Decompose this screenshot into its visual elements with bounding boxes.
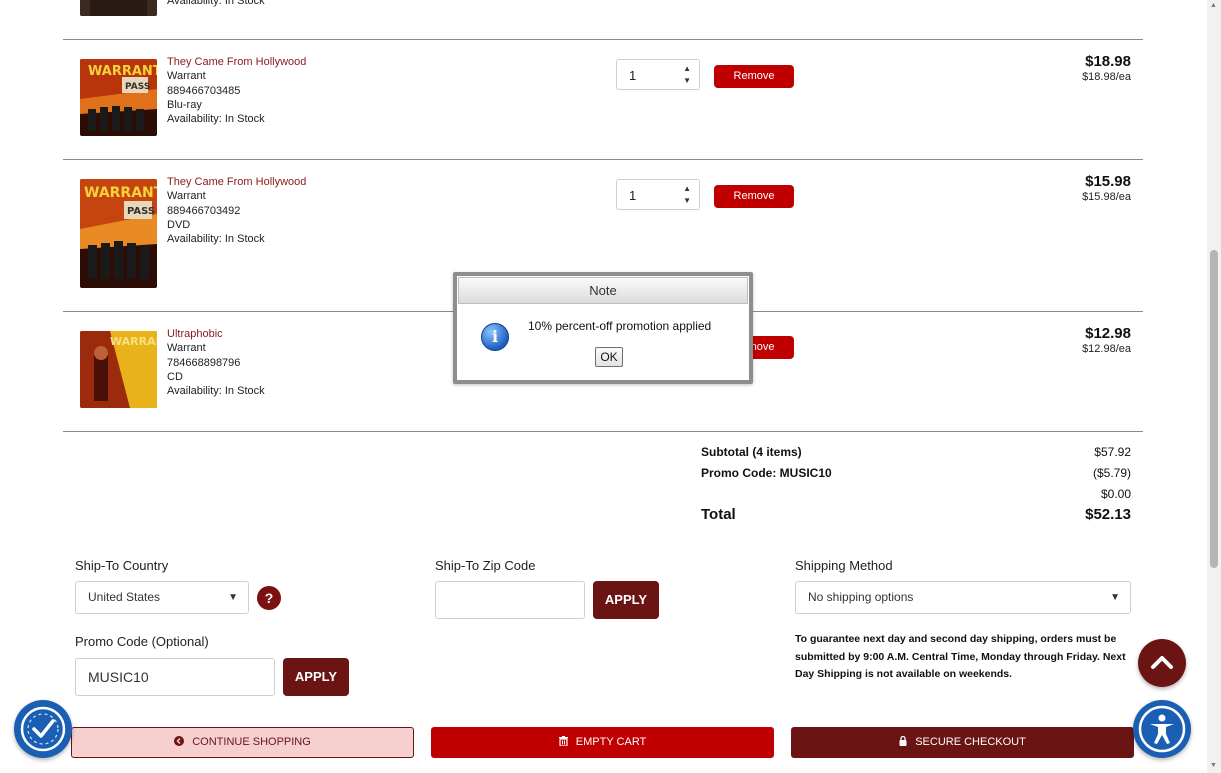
product-thumbnail[interactable]: WARRANT PASS [80, 59, 157, 136]
product-thumbnail[interactable]: WARRANT [80, 331, 157, 408]
cart-item: WARRANT PASS They Came From Hollywood Wa… [63, 53, 1143, 155]
zip-label: Ship-To Zip Code [435, 558, 536, 573]
chevron-left-circle-icon [174, 736, 187, 748]
item-format: Blu-ray [167, 98, 202, 111]
chevron-down-icon: ▼ [228, 592, 238, 603]
shipping-method-label: Shipping Method [795, 558, 893, 573]
total-label: Total [701, 506, 736, 523]
zip-apply-button[interactable]: APPLY [593, 581, 659, 619]
dialog-title: Note [458, 277, 748, 304]
item-price-each: $12.98/ea [1082, 343, 1131, 355]
item-artist: Warrant [167, 190, 206, 203]
remove-button[interactable]: Remove [714, 65, 794, 88]
item-availability: Availability: In Stock [167, 233, 265, 246]
item-price-total: $12.98 [1085, 325, 1131, 342]
divider [63, 431, 1143, 432]
item-price-total: $15.98 [1085, 173, 1131, 190]
scroll-down-icon[interactable]: ▼ [1210, 762, 1217, 769]
promo-code-input[interactable]: MUSIC10 [75, 658, 275, 696]
trash-icon [558, 736, 571, 748]
item-availability: Availability: In Stock [167, 113, 265, 126]
item-format: CD [167, 370, 183, 383]
promo-apply-button[interactable]: APPLY [283, 658, 349, 696]
product-thumbnail[interactable] [80, 0, 157, 16]
remove-button[interactable]: Remove [714, 185, 794, 208]
secure-checkout-label: SECURE CHECKOUT [915, 736, 1026, 748]
divider [63, 39, 1143, 40]
item-price-each: $15.98/ea [1082, 191, 1131, 203]
help-icon[interactable]: ? [257, 586, 281, 610]
cart-item-partial: Availability: In Stock [63, 0, 1143, 16]
increment-icon[interactable]: ▲ [683, 65, 691, 73]
shipping-note: To guarantee next day and second day shi… [795, 633, 1126, 680]
svg-text:PASS: PASS [127, 206, 155, 217]
item-availability: Availability: In Stock [167, 385, 265, 398]
product-thumbnail[interactable]: WARRANT PASS [80, 179, 157, 288]
item-price-each: $18.98/ea [1082, 71, 1131, 83]
subtotal-value: $57.92 [1094, 445, 1131, 459]
svg-text:PASS: PASS [125, 82, 150, 92]
item-title-link[interactable]: Ultraphobic [167, 327, 265, 341]
promo-label: Promo Code: MUSIC10 [701, 466, 832, 480]
scrollbar-thumb[interactable] [1210, 250, 1218, 568]
item-upc: 889466703485 [167, 84, 241, 97]
back-to-top-button[interactable] [1138, 639, 1186, 687]
scroll-up-icon[interactable]: ▲ [1210, 2, 1217, 9]
item-upc: 784668898796 [167, 356, 241, 369]
accessibility-button[interactable] [1133, 700, 1191, 758]
cart-page: Availability: In Stock WARRANT PASS They… [0, 0, 1207, 773]
total-value: $52.13 [1085, 506, 1131, 523]
item-availability: Availability: In Stock [167, 0, 265, 7]
promo-value: ($5.79) [1092, 466, 1131, 480]
chevron-up-icon [1151, 656, 1173, 669]
country-label: Ship-To Country [75, 558, 169, 573]
note-dialog: Note i 10% percent-off promotion applied… [453, 272, 753, 384]
country-select[interactable]: United States ▼ [75, 581, 249, 614]
continue-shopping-button[interactable]: CONTINUE SHOPPING [71, 727, 414, 758]
dialog-message: 10% percent-off promotion applied [528, 319, 712, 333]
empty-cart-button[interactable]: EMPTY CART [431, 727, 774, 758]
chevron-down-icon: ▼ [1110, 592, 1120, 603]
subtotal-label: Subtotal (4 items) [701, 445, 802, 459]
promo-code-label: Promo Code (Optional) [75, 634, 209, 649]
item-artist: Warrant [167, 342, 206, 355]
decrement-icon[interactable]: ▼ [683, 197, 691, 205]
shipping-value: $0.00 [1100, 487, 1131, 501]
quantity-stepper[interactable]: 1 ▲ ▼ [616, 179, 700, 210]
shipping-method-select[interactable]: No shipping options ▼ [795, 581, 1131, 614]
vertical-scrollbar[interactable]: ▲ ▼ [1207, 0, 1221, 773]
shipping-method-value: No shipping options [808, 590, 914, 604]
svg-text:WARRANT: WARRANT [88, 64, 157, 79]
divider [63, 159, 1143, 160]
item-title-link[interactable]: They Came From Hollywood [167, 55, 306, 69]
increment-icon[interactable]: ▲ [683, 185, 691, 193]
zip-input[interactable] [435, 581, 585, 619]
quantity-stepper[interactable]: 1 ▲ ▼ [616, 59, 700, 90]
accessibility-check-icon [20, 706, 66, 752]
svg-text:WARRANT: WARRANT [110, 335, 157, 348]
accessibility-icon [1138, 705, 1186, 753]
quantity-value[interactable]: 1 [629, 68, 636, 83]
item-title-link[interactable]: They Came From Hollywood [167, 175, 306, 189]
item-format: DVD [167, 218, 191, 231]
info-icon: i [481, 323, 509, 351]
ok-button[interactable]: OK [595, 347, 623, 367]
quantity-value[interactable]: 1 [629, 188, 636, 203]
secure-checkout-button[interactable]: SECURE CHECKOUT [791, 727, 1134, 758]
continue-shopping-label: CONTINUE SHOPPING [192, 736, 311, 748]
item-price-total: $18.98 [1085, 53, 1131, 70]
country-value: United States [88, 590, 161, 604]
item-upc: 889466703492 [167, 204, 241, 217]
svg-text:WARRANT: WARRANT [84, 185, 157, 201]
accessibility-check-button[interactable] [14, 700, 72, 758]
item-artist: Warrant [167, 70, 206, 83]
lock-icon [899, 735, 910, 748]
empty-cart-label: EMPTY CART [575, 736, 647, 748]
decrement-icon[interactable]: ▼ [683, 77, 691, 85]
